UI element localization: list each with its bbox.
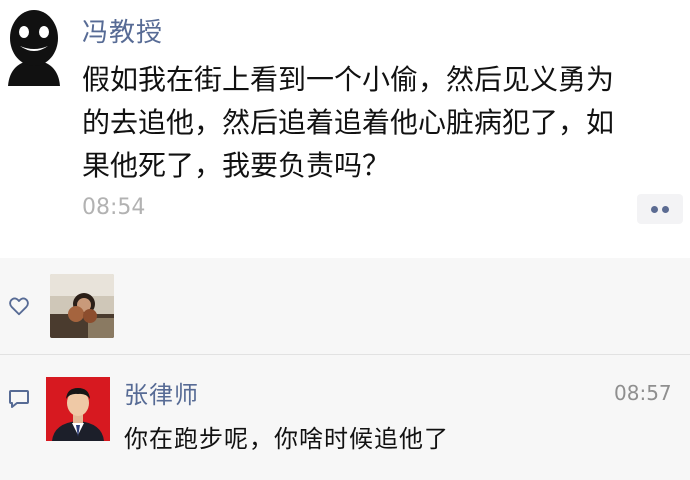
likes-row: [0, 258, 690, 354]
liker-avatar[interactable]: [50, 274, 114, 338]
heart-icon: [8, 295, 30, 317]
moment-post: 冯教授 假如我在街上看到一个小偷，然后见义勇为 的去追他，然后追着追着他心脏病犯…: [0, 0, 690, 250]
comment-item[interactable]: 张律师 08:57 你在跑步呢，你啥时候追他了: [0, 355, 690, 480]
comment-icon: [8, 389, 30, 409]
post-content: 假如我在街上看到一个小偷，然后见义勇为 的去追他，然后追着追着他心脏病犯了，如 …: [82, 63, 615, 182]
post-author-name[interactable]: 冯教授: [82, 12, 163, 49]
interaction-area: 张律师 08:57 你在跑步呢，你啥时候追他了: [0, 258, 690, 480]
post-time: 08:54: [82, 195, 146, 220]
commenter-avatar[interactable]: [46, 377, 110, 441]
more-button[interactable]: [637, 194, 683, 224]
more-icon-dot: [662, 206, 669, 213]
more-icon: [651, 206, 658, 213]
author-avatar[interactable]: [4, 6, 64, 86]
commenter-name[interactable]: 张律师: [124, 375, 199, 410]
comment-time: 08:57: [614, 381, 672, 405]
comment-text: 你在跑步呢，你啥时候追他了: [124, 425, 449, 453]
